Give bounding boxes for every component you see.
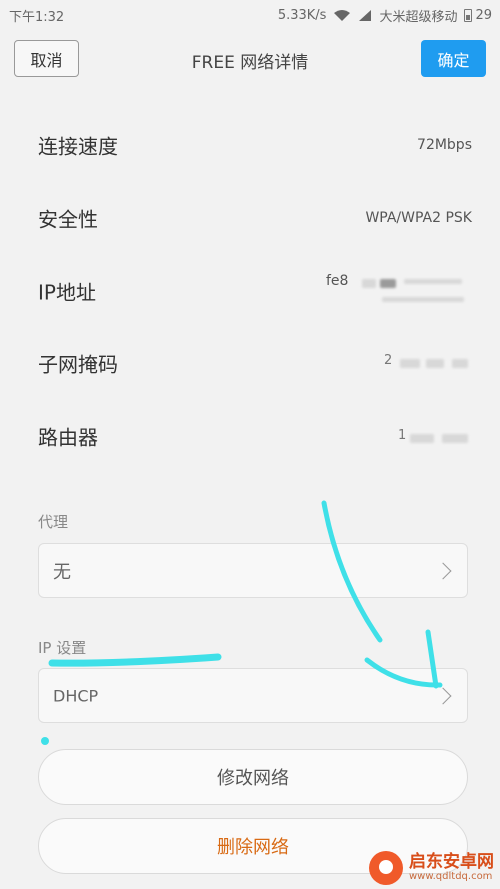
info-label: 安全性 <box>38 207 98 232</box>
watermark-title: 启东安卓网 <box>409 851 494 872</box>
subnet-value-prefix: 2 <box>384 353 393 368</box>
ip-value-block: fe8 <box>322 271 472 315</box>
router-value-prefix: 1 <box>398 428 407 443</box>
cellular-signal-icon <box>359 10 372 21</box>
confirm-button[interactable]: 确定 <box>421 40 486 77</box>
info-row-ip: IP地址 fe8 <box>0 255 500 327</box>
ip-settings-value: DHCP <box>53 686 99 705</box>
watermark-logo-icon <box>369 851 403 885</box>
watermark-url: www.qdltdq.com <box>409 870 493 882</box>
redacted-text <box>400 359 420 368</box>
router-value-block: 1 <box>396 428 472 448</box>
modify-network-button[interactable]: 修改网络 <box>38 749 468 805</box>
info-row-subnet: 子网掩码 2 <box>0 327 500 399</box>
watermark-text: 启东安卓网 www.qdltdq.com <box>409 851 494 882</box>
redacted-text <box>452 359 468 368</box>
battery-indicator: 29 <box>464 8 492 23</box>
battery-level: 29 <box>475 8 492 23</box>
status-time: 下午1:32 <box>9 10 65 25</box>
info-value: WPA/WPA2 PSK <box>365 210 472 226</box>
info-row-router: 路由器 1 <box>0 400 500 472</box>
info-label: 连接速度 <box>38 134 118 159</box>
network-speed: 5.33K/s <box>277 8 327 23</box>
info-label: 子网掩码 <box>38 352 118 377</box>
chevron-right-icon <box>434 687 452 704</box>
info-row-security: 安全性 WPA/WPA2 PSK <box>0 182 500 254</box>
redacted-text <box>442 434 468 443</box>
subnet-value-block: 2 <box>382 353 472 373</box>
info-value: 72Mbps <box>417 137 472 153</box>
ip-settings-section-label: IP 设置 <box>38 639 87 657</box>
chevron-right-icon <box>434 562 452 579</box>
status-right: 5.33K/s 大米超级移动 29 <box>278 6 492 25</box>
redacted-text <box>380 279 396 288</box>
title-bar: 取消 FREE 网络详情 确定 <box>0 30 500 92</box>
redacted-text <box>382 297 464 302</box>
redacted-text <box>410 434 434 443</box>
carrier-name: 大米超级移动 <box>379 10 458 25</box>
battery-icon <box>464 9 473 22</box>
status-bar: 下午1:32 5.33K/s 大米超级移动 29 <box>0 0 500 30</box>
ip-value-prefix: fe8 <box>326 273 349 289</box>
watermark: 启东安卓网 www.qdltdq.com <box>369 851 494 885</box>
redacted-text <box>404 279 462 284</box>
proxy-select[interactable]: 无 <box>38 543 468 598</box>
proxy-section-label: 代理 <box>38 513 69 531</box>
info-row-speed: 连接速度 72Mbps <box>0 109 500 181</box>
proxy-value: 无 <box>53 561 71 583</box>
redacted-text <box>426 359 444 368</box>
info-label: IP地址 <box>38 280 96 305</box>
info-label: 路由器 <box>38 425 98 450</box>
wifi-icon <box>334 10 351 21</box>
redacted-text <box>362 279 376 288</box>
ip-settings-select[interactable]: DHCP <box>38 668 468 723</box>
annotation-dot <box>41 737 49 745</box>
